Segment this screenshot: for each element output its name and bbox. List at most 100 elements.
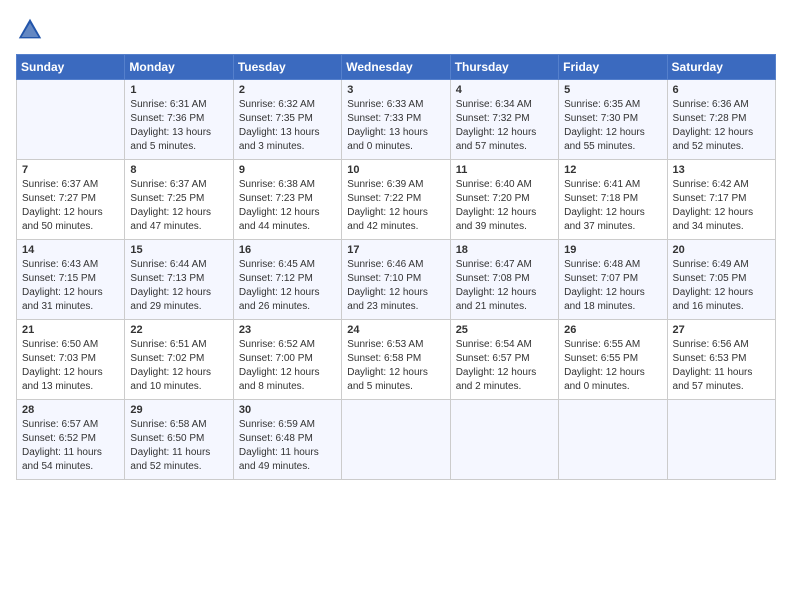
header — [16, 16, 776, 44]
day-detail: Sunrise: 6:38 AM Sunset: 7:23 PM Dayligh… — [239, 178, 336, 234]
day-detail: Sunrise: 6:54 AM Sunset: 6:57 PM Dayligh… — [456, 338, 553, 394]
calendar-cell: 9 Sunrise: 6:38 AM Sunset: 7:23 PM Daylig… — [233, 160, 341, 240]
day-detail: Sunrise: 6:59 AM Sunset: 6:48 PM Dayligh… — [239, 418, 336, 474]
calendar-cell: 4 Sunrise: 6:34 AM Sunset: 7:32 PM Daylig… — [450, 80, 558, 160]
calendar-cell: 30 Sunrise: 6:59 AM Sunset: 6:48 PM Dayli… — [233, 400, 341, 480]
day-number: 6 — [673, 84, 770, 96]
day-number: 15 — [130, 244, 227, 256]
calendar-cell: 12 Sunrise: 6:41 AM Sunset: 7:18 PM Dayli… — [559, 160, 667, 240]
day-detail: Sunrise: 6:46 AM Sunset: 7:10 PM Dayligh… — [347, 258, 444, 314]
calendar-week-row: 7 Sunrise: 6:37 AM Sunset: 7:27 PM Daylig… — [17, 160, 776, 240]
day-detail: Sunrise: 6:37 AM Sunset: 7:25 PM Dayligh… — [130, 178, 227, 234]
calendar-cell: 16Sunrise: 6:45 AM Sunset: 7:12 PM Dayli… — [233, 240, 341, 320]
calendar-cell: 23 Sunrise: 6:52 AM Sunset: 7:00 PM Dayli… — [233, 320, 341, 400]
col-header-sunday: Sunday — [17, 55, 125, 80]
day-number: 18 — [456, 244, 553, 256]
day-detail: Sunrise: 6:40 AM Sunset: 7:20 PM Dayligh… — [456, 178, 553, 234]
day-number: 9 — [239, 164, 336, 176]
calendar-cell: 24 Sunrise: 6:53 AM Sunset: 6:58 PM Dayli… — [342, 320, 450, 400]
calendar-cell: 25 Sunrise: 6:54 AM Sunset: 6:57 PM Dayli… — [450, 320, 558, 400]
calendar-cell — [450, 400, 558, 480]
day-number: 22 — [130, 324, 227, 336]
day-number: 3 — [347, 84, 444, 96]
day-number: 19 — [564, 244, 661, 256]
calendar-header-row: SundayMondayTuesdayWednesdayThursdayFrid… — [17, 55, 776, 80]
calendar-cell: 10 Sunrise: 6:39 AM Sunset: 7:22 PM Dayli… — [342, 160, 450, 240]
day-detail: Sunrise: 6:56 AM Sunset: 6:53 PM Dayligh… — [673, 338, 770, 394]
day-number: 27 — [673, 324, 770, 336]
day-number: 12 — [564, 164, 661, 176]
calendar-table: SundayMondayTuesdayWednesdayThursdayFrid… — [16, 54, 776, 480]
day-detail: Sunrise: 6:51 AM Sunset: 7:02 PM Dayligh… — [130, 338, 227, 394]
calendar-cell: 5 Sunrise: 6:35 AM Sunset: 7:30 PM Daylig… — [559, 80, 667, 160]
calendar-cell: 29Sunrise: 6:58 AM Sunset: 6:50 PM Dayli… — [125, 400, 233, 480]
day-number: 26 — [564, 324, 661, 336]
day-number: 29 — [130, 404, 227, 416]
day-detail: Sunrise: 6:53 AM Sunset: 6:58 PM Dayligh… — [347, 338, 444, 394]
day-number: 7 — [22, 164, 119, 176]
day-number: 28 — [22, 404, 119, 416]
day-detail: Sunrise: 6:39 AM Sunset: 7:22 PM Dayligh… — [347, 178, 444, 234]
day-detail: Sunrise: 6:48 AM Sunset: 7:07 PM Dayligh… — [564, 258, 661, 314]
calendar-cell: 26Sunrise: 6:55 AM Sunset: 6:55 PM Dayli… — [559, 320, 667, 400]
day-number: 1 — [130, 84, 227, 96]
day-detail: Sunrise: 6:49 AM Sunset: 7:05 PM Dayligh… — [673, 258, 770, 314]
day-number: 5 — [564, 84, 661, 96]
calendar-week-row: 21 Sunrise: 6:50 AM Sunset: 7:03 PM Dayli… — [17, 320, 776, 400]
calendar-cell — [559, 400, 667, 480]
day-detail: Sunrise: 6:32 AM Sunset: 7:35 PM Dayligh… — [239, 98, 336, 154]
day-detail: Sunrise: 6:34 AM Sunset: 7:32 PM Dayligh… — [456, 98, 553, 154]
day-number: 8 — [130, 164, 227, 176]
calendar-cell: 2 Sunrise: 6:32 AM Sunset: 7:35 PM Daylig… — [233, 80, 341, 160]
calendar-cell: 7 Sunrise: 6:37 AM Sunset: 7:27 PM Daylig… — [17, 160, 125, 240]
calendar-cell — [342, 400, 450, 480]
calendar-cell: 13 Sunrise: 6:42 AM Sunset: 7:17 PM Dayli… — [667, 160, 775, 240]
day-detail: Sunrise: 6:36 AM Sunset: 7:28 PM Dayligh… — [673, 98, 770, 154]
day-number: 30 — [239, 404, 336, 416]
calendar-week-row: 28Sunrise: 6:57 AM Sunset: 6:52 PM Dayli… — [17, 400, 776, 480]
calendar-cell — [17, 80, 125, 160]
calendar-week-row: 14Sunrise: 6:43 AM Sunset: 7:15 PM Dayli… — [17, 240, 776, 320]
day-number: 23 — [239, 324, 336, 336]
calendar-cell: 19 Sunrise: 6:48 AM Sunset: 7:07 PM Dayli… — [559, 240, 667, 320]
logo — [16, 16, 48, 44]
calendar-cell: 14Sunrise: 6:43 AM Sunset: 7:15 PM Dayli… — [17, 240, 125, 320]
calendar-cell: 21 Sunrise: 6:50 AM Sunset: 7:03 PM Dayli… — [17, 320, 125, 400]
day-number: 20 — [673, 244, 770, 256]
calendar-cell: 3 Sunrise: 6:33 AM Sunset: 7:33 PM Daylig… — [342, 80, 450, 160]
day-detail: Sunrise: 6:37 AM Sunset: 7:27 PM Dayligh… — [22, 178, 119, 234]
day-detail: Sunrise: 6:50 AM Sunset: 7:03 PM Dayligh… — [22, 338, 119, 394]
calendar-cell: 8 Sunrise: 6:37 AM Sunset: 7:25 PM Daylig… — [125, 160, 233, 240]
day-number: 2 — [239, 84, 336, 96]
calendar-cell: 6 Sunrise: 6:36 AM Sunset: 7:28 PM Daylig… — [667, 80, 775, 160]
calendar-cell — [667, 400, 775, 480]
day-number: 24 — [347, 324, 444, 336]
day-detail: Sunrise: 6:41 AM Sunset: 7:18 PM Dayligh… — [564, 178, 661, 234]
day-number: 13 — [673, 164, 770, 176]
col-header-tuesday: Tuesday — [233, 55, 341, 80]
day-detail: Sunrise: 6:42 AM Sunset: 7:17 PM Dayligh… — [673, 178, 770, 234]
calendar-cell: 18 Sunrise: 6:47 AM Sunset: 7:08 PM Dayli… — [450, 240, 558, 320]
col-header-friday: Friday — [559, 55, 667, 80]
logo-icon — [16, 16, 44, 44]
col-header-thursday: Thursday — [450, 55, 558, 80]
calendar-cell: 20 Sunrise: 6:49 AM Sunset: 7:05 PM Dayli… — [667, 240, 775, 320]
day-number: 4 — [456, 84, 553, 96]
day-detail: Sunrise: 6:31 AM Sunset: 7:36 PM Dayligh… — [130, 98, 227, 154]
day-number: 10 — [347, 164, 444, 176]
calendar-cell: 22 Sunrise: 6:51 AM Sunset: 7:02 PM Dayli… — [125, 320, 233, 400]
day-number: 25 — [456, 324, 553, 336]
calendar-cell: 27 Sunrise: 6:56 AM Sunset: 6:53 PM Dayli… — [667, 320, 775, 400]
day-detail: Sunrise: 6:52 AM Sunset: 7:00 PM Dayligh… — [239, 338, 336, 394]
day-detail: Sunrise: 6:44 AM Sunset: 7:13 PM Dayligh… — [130, 258, 227, 314]
day-number: 11 — [456, 164, 553, 176]
day-detail: Sunrise: 6:33 AM Sunset: 7:33 PM Dayligh… — [347, 98, 444, 154]
day-number: 21 — [22, 324, 119, 336]
day-detail: Sunrise: 6:45 AM Sunset: 7:12 PM Dayligh… — [239, 258, 336, 314]
calendar-cell: 11 Sunrise: 6:40 AM Sunset: 7:20 PM Dayli… — [450, 160, 558, 240]
day-detail: Sunrise: 6:35 AM Sunset: 7:30 PM Dayligh… — [564, 98, 661, 154]
col-header-saturday: Saturday — [667, 55, 775, 80]
calendar-cell: 28Sunrise: 6:57 AM Sunset: 6:52 PM Dayli… — [17, 400, 125, 480]
day-detail: Sunrise: 6:47 AM Sunset: 7:08 PM Dayligh… — [456, 258, 553, 314]
day-number: 17 — [347, 244, 444, 256]
